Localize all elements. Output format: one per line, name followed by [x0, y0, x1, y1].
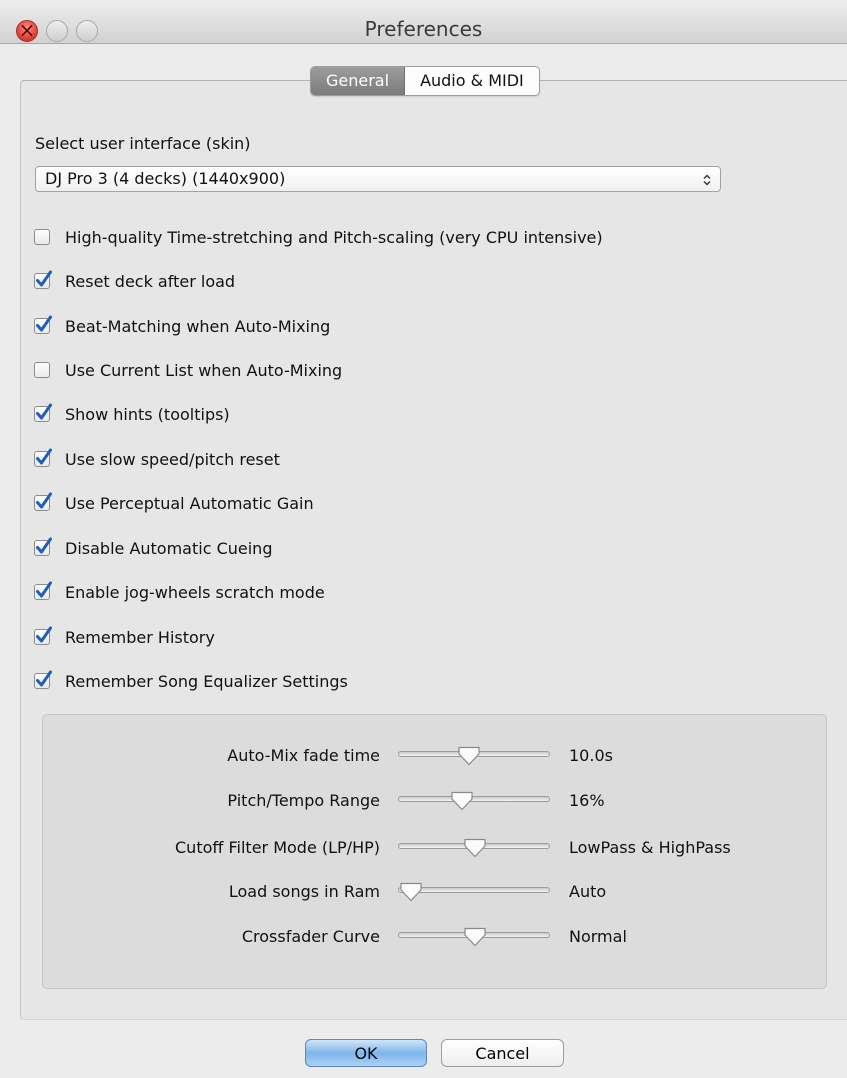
slider-track[interactable] — [398, 791, 550, 811]
checkbox[interactable] — [34, 492, 52, 511]
slider-row: Pitch/Tempo Range 16% — [42, 789, 827, 813]
option-label: Use slow speed/pitch reset — [65, 449, 280, 469]
checkmark-icon — [36, 626, 52, 643]
option-row[interactable]: Remember History — [34, 626, 215, 648]
slider-track[interactable] — [398, 927, 550, 947]
option-label: Disable Automatic Cueing — [65, 538, 273, 558]
checkmark-icon — [36, 537, 52, 554]
slider-value: Auto — [569, 882, 607, 901]
option-label: Reset deck after load — [65, 271, 236, 291]
slider-thumb[interactable] — [463, 838, 487, 858]
slider-label: Pitch/Tempo Range — [227, 791, 380, 810]
slider-row: Cutoff Filter Mode (LP/HP) LowPass & High… — [42, 836, 827, 860]
option-label: Beat-Matching when Auto-Mixing — [65, 316, 331, 336]
checkmark-icon — [36, 448, 52, 465]
slider-label: Load songs in Ram — [228, 882, 380, 901]
slider-label: Auto-Mix fade time — [227, 746, 380, 765]
tab-bar: General Audio & MIDI — [310, 66, 540, 96]
skin-select-label: Select user interface (skin) — [35, 134, 251, 153]
slider-thumb[interactable] — [450, 791, 474, 811]
option-label: Show hints (tooltips) — [65, 404, 230, 424]
option-label: Use Current List when Auto-Mixing — [65, 360, 343, 380]
option-row[interactable]: High-quality Time-stretching and Pitch-s… — [34, 226, 603, 248]
checkmark-icon — [36, 492, 52, 509]
slider-row: Load songs in Ram Auto — [42, 880, 827, 904]
skin-select-value: DJ Pro 3 (4 decks) (1440x900) — [45, 169, 286, 188]
slider-thumb[interactable] — [457, 746, 481, 766]
checkbox[interactable] — [34, 626, 52, 645]
title-bar: Preferences — [0, 0, 847, 44]
slider-thumb[interactable] — [463, 927, 487, 947]
option-label: Remember Song Equalizer Settings — [65, 671, 348, 691]
checkbox[interactable] — [34, 670, 52, 689]
checkbox[interactable] — [34, 448, 52, 467]
slider-track[interactable] — [398, 746, 550, 766]
option-row[interactable]: Beat-Matching when Auto-Mixing — [34, 315, 330, 337]
checkmark-icon — [36, 581, 52, 598]
option-row[interactable]: Use Perceptual Automatic Gain — [34, 492, 314, 514]
slider-row: Auto-Mix fade time 10.0s — [42, 744, 827, 768]
checkbox[interactable] — [34, 537, 52, 556]
option-row[interactable]: Disable Automatic Cueing — [34, 537, 272, 559]
option-row[interactable]: Use Current List when Auto-Mixing — [34, 359, 342, 381]
slider-track[interactable] — [398, 882, 550, 902]
slider-label: Cutoff Filter Mode (LP/HP) — [175, 838, 380, 857]
option-row[interactable]: Enable jog-wheels scratch mode — [34, 581, 325, 603]
checkmark-icon — [36, 670, 52, 687]
slider-value: Normal — [569, 927, 627, 946]
checkbox[interactable] — [34, 315, 52, 334]
skin-select[interactable]: DJ Pro 3 (4 decks) (1440x900) — [35, 166, 721, 192]
checkbox[interactable] — [34, 362, 50, 378]
checkmark-icon — [36, 315, 52, 332]
slider-value: LowPass & HighPass — [569, 838, 731, 857]
slider-track[interactable] — [398, 838, 550, 858]
cancel-button[interactable]: Cancel — [441, 1039, 564, 1067]
checkbox[interactable] — [34, 581, 52, 600]
slider-thumb[interactable] — [399, 882, 423, 902]
slider-value: 16% — [569, 791, 605, 810]
checkbox[interactable] — [34, 270, 52, 289]
option-label: Enable jog-wheels scratch mode — [65, 582, 325, 602]
option-label: Remember History — [65, 627, 215, 647]
option-row[interactable]: Show hints (tooltips) — [34, 403, 230, 425]
checkmark-icon — [36, 403, 52, 420]
window-title: Preferences — [364, 17, 483, 41]
checkbox[interactable] — [34, 403, 52, 422]
tab-audio-midi[interactable]: Audio & MIDI — [405, 67, 539, 95]
slider-label: Crossfader Curve — [241, 927, 380, 946]
ok-button[interactable]: OK — [305, 1039, 427, 1067]
checkmark-icon — [36, 270, 52, 287]
tab-general[interactable]: General — [311, 67, 406, 95]
select-arrows-icon — [702, 167, 712, 191]
option-row[interactable]: Remember Song Equalizer Settings — [34, 670, 348, 692]
option-label: High-quality Time-stretching and Pitch-s… — [65, 227, 603, 247]
slider-value: 10.0s — [569, 746, 613, 765]
option-row[interactable]: Reset deck after load — [34, 270, 235, 292]
option-row[interactable]: Use slow speed/pitch reset — [34, 448, 280, 470]
option-label: Use Perceptual Automatic Gain — [65, 493, 314, 513]
slider-row: Crossfader Curve Normal — [42, 925, 827, 949]
checkbox[interactable] — [34, 229, 50, 245]
